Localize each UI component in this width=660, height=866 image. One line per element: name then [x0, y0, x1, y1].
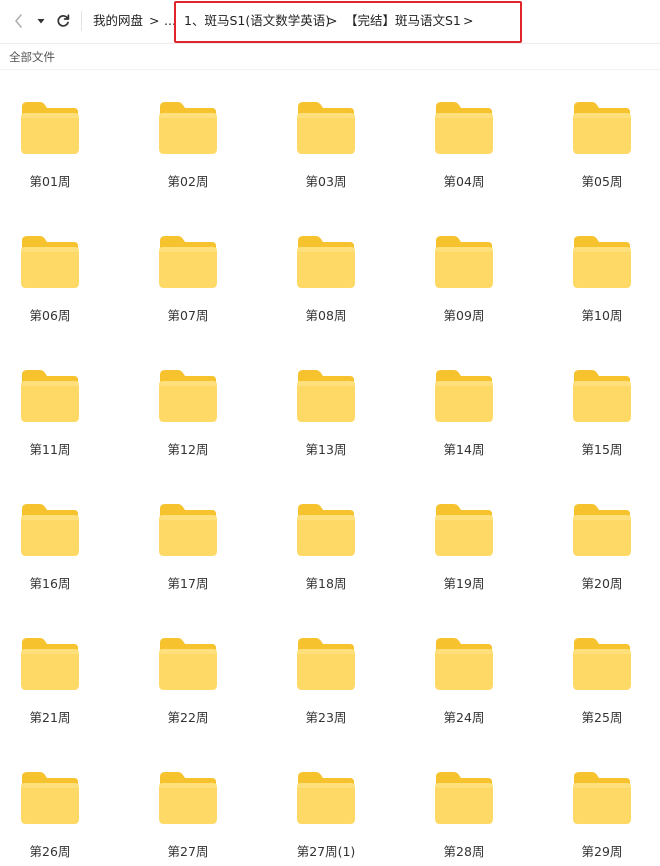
folder-label: 第29周 [581, 844, 623, 859]
folder-icon [435, 638, 493, 690]
folder-label: 第10周 [581, 308, 623, 323]
folder-icon [573, 772, 631, 824]
folder-icon [297, 638, 355, 690]
folder-label: 第01周 [29, 174, 71, 189]
folder-item[interactable]: 第12周 [128, 369, 248, 469]
folder-item[interactable]: 第16周 [0, 503, 110, 603]
folder-item[interactable]: 第19周 [404, 503, 524, 603]
folder-item[interactable]: 第24周 [404, 637, 524, 737]
folder-item[interactable]: 第08周 [266, 235, 386, 335]
folder-item[interactable]: 第10周 [542, 235, 660, 335]
folder-item[interactable]: 第09周 [404, 235, 524, 335]
folder-item[interactable]: 第21周 [0, 637, 110, 737]
folder-icon [435, 236, 493, 288]
folder-label: 第19周 [443, 576, 485, 591]
folder-label: 第23周 [305, 710, 347, 725]
folder-item[interactable]: 第26周 [0, 771, 110, 866]
folder-icon [435, 504, 493, 556]
folder-item[interactable]: 第27周(1) [266, 771, 386, 866]
folder-label: 第24周 [443, 710, 485, 725]
folder-icon [435, 102, 493, 154]
folder-item[interactable]: 第17周 [128, 503, 248, 603]
folder-label: 第04周 [443, 174, 485, 189]
folder-icon [159, 638, 217, 690]
folder-icon [573, 102, 631, 154]
folder-icon [297, 370, 355, 422]
folder-label: 第11周 [29, 442, 71, 457]
folder-icon [159, 370, 217, 422]
folder-icon [21, 102, 79, 154]
folder-label: 第15周 [581, 442, 623, 457]
folder-icon [159, 102, 217, 154]
folder-icon [573, 236, 631, 288]
folder-item[interactable]: 第06周 [0, 235, 110, 335]
folder-icon [297, 236, 355, 288]
folder-icon [297, 504, 355, 556]
folder-icon [159, 772, 217, 824]
folder-label: 第08周 [305, 308, 347, 323]
folder-label: 第14周 [443, 442, 485, 457]
folder-icon [573, 638, 631, 690]
folder-item[interactable]: 第27周 [128, 771, 248, 866]
folder-item[interactable]: 第29周 [542, 771, 660, 866]
folder-item[interactable]: 第20周 [542, 503, 660, 603]
folder-label: 第20周 [581, 576, 623, 591]
folder-label: 第25周 [581, 710, 623, 725]
folder-item[interactable]: 第15周 [542, 369, 660, 469]
folder-icon [21, 772, 79, 824]
folder-icon [297, 102, 355, 154]
folder-label: 第09周 [443, 308, 485, 323]
folder-grid: 第01周 第02周 第03周 第04周 第05周第06周 第07周 第08周 第09周 第10周… [0, 0, 660, 866]
folder-label: 第17周 [167, 576, 209, 591]
folder-icon [435, 772, 493, 824]
folder-label: 第28周 [443, 844, 485, 859]
folder-item[interactable]: 第07周 [128, 235, 248, 335]
folder-item[interactable]: 第11周 [0, 369, 110, 469]
folder-label: 第13周 [305, 442, 347, 457]
folder-label: 第26周 [29, 844, 71, 859]
folder-icon [297, 772, 355, 824]
folder-icon [573, 370, 631, 422]
folder-item[interactable]: 第18周 [266, 503, 386, 603]
folder-icon [21, 504, 79, 556]
folder-icon [159, 504, 217, 556]
folder-label: 第06周 [29, 308, 71, 323]
folder-item[interactable]: 第01周 [0, 101, 110, 201]
folder-item[interactable]: 第02周 [128, 101, 248, 201]
folder-item[interactable]: 第22周 [128, 637, 248, 737]
folder-item[interactable]: 第03周 [266, 101, 386, 201]
folder-label: 第07周 [167, 308, 209, 323]
folder-icon [21, 236, 79, 288]
folder-label: 第27周(1) [296, 844, 356, 859]
folder-label: 第27周 [167, 844, 209, 859]
folder-item[interactable]: 第25周 [542, 637, 660, 737]
folder-label: 第02周 [167, 174, 209, 189]
folder-label: 第16周 [29, 576, 71, 591]
folder-item[interactable]: 第04周 [404, 101, 524, 201]
folder-icon [21, 370, 79, 422]
folder-label: 第05周 [581, 174, 623, 189]
folder-icon [159, 236, 217, 288]
folder-label: 第18周 [305, 576, 347, 591]
folder-icon [573, 504, 631, 556]
folder-item[interactable]: 第28周 [404, 771, 524, 866]
folder-item[interactable]: 第13周 [266, 369, 386, 469]
folder-item[interactable]: 第23周 [266, 637, 386, 737]
folder-item[interactable]: 第05周 [542, 101, 660, 201]
folder-label: 第21周 [29, 710, 71, 725]
folder-label: 第12周 [167, 442, 209, 457]
folder-icon [435, 370, 493, 422]
folder-icon [21, 638, 79, 690]
folder-label: 第22周 [167, 710, 209, 725]
folder-item[interactable]: 第14周 [404, 369, 524, 469]
folder-label: 第03周 [305, 174, 347, 189]
